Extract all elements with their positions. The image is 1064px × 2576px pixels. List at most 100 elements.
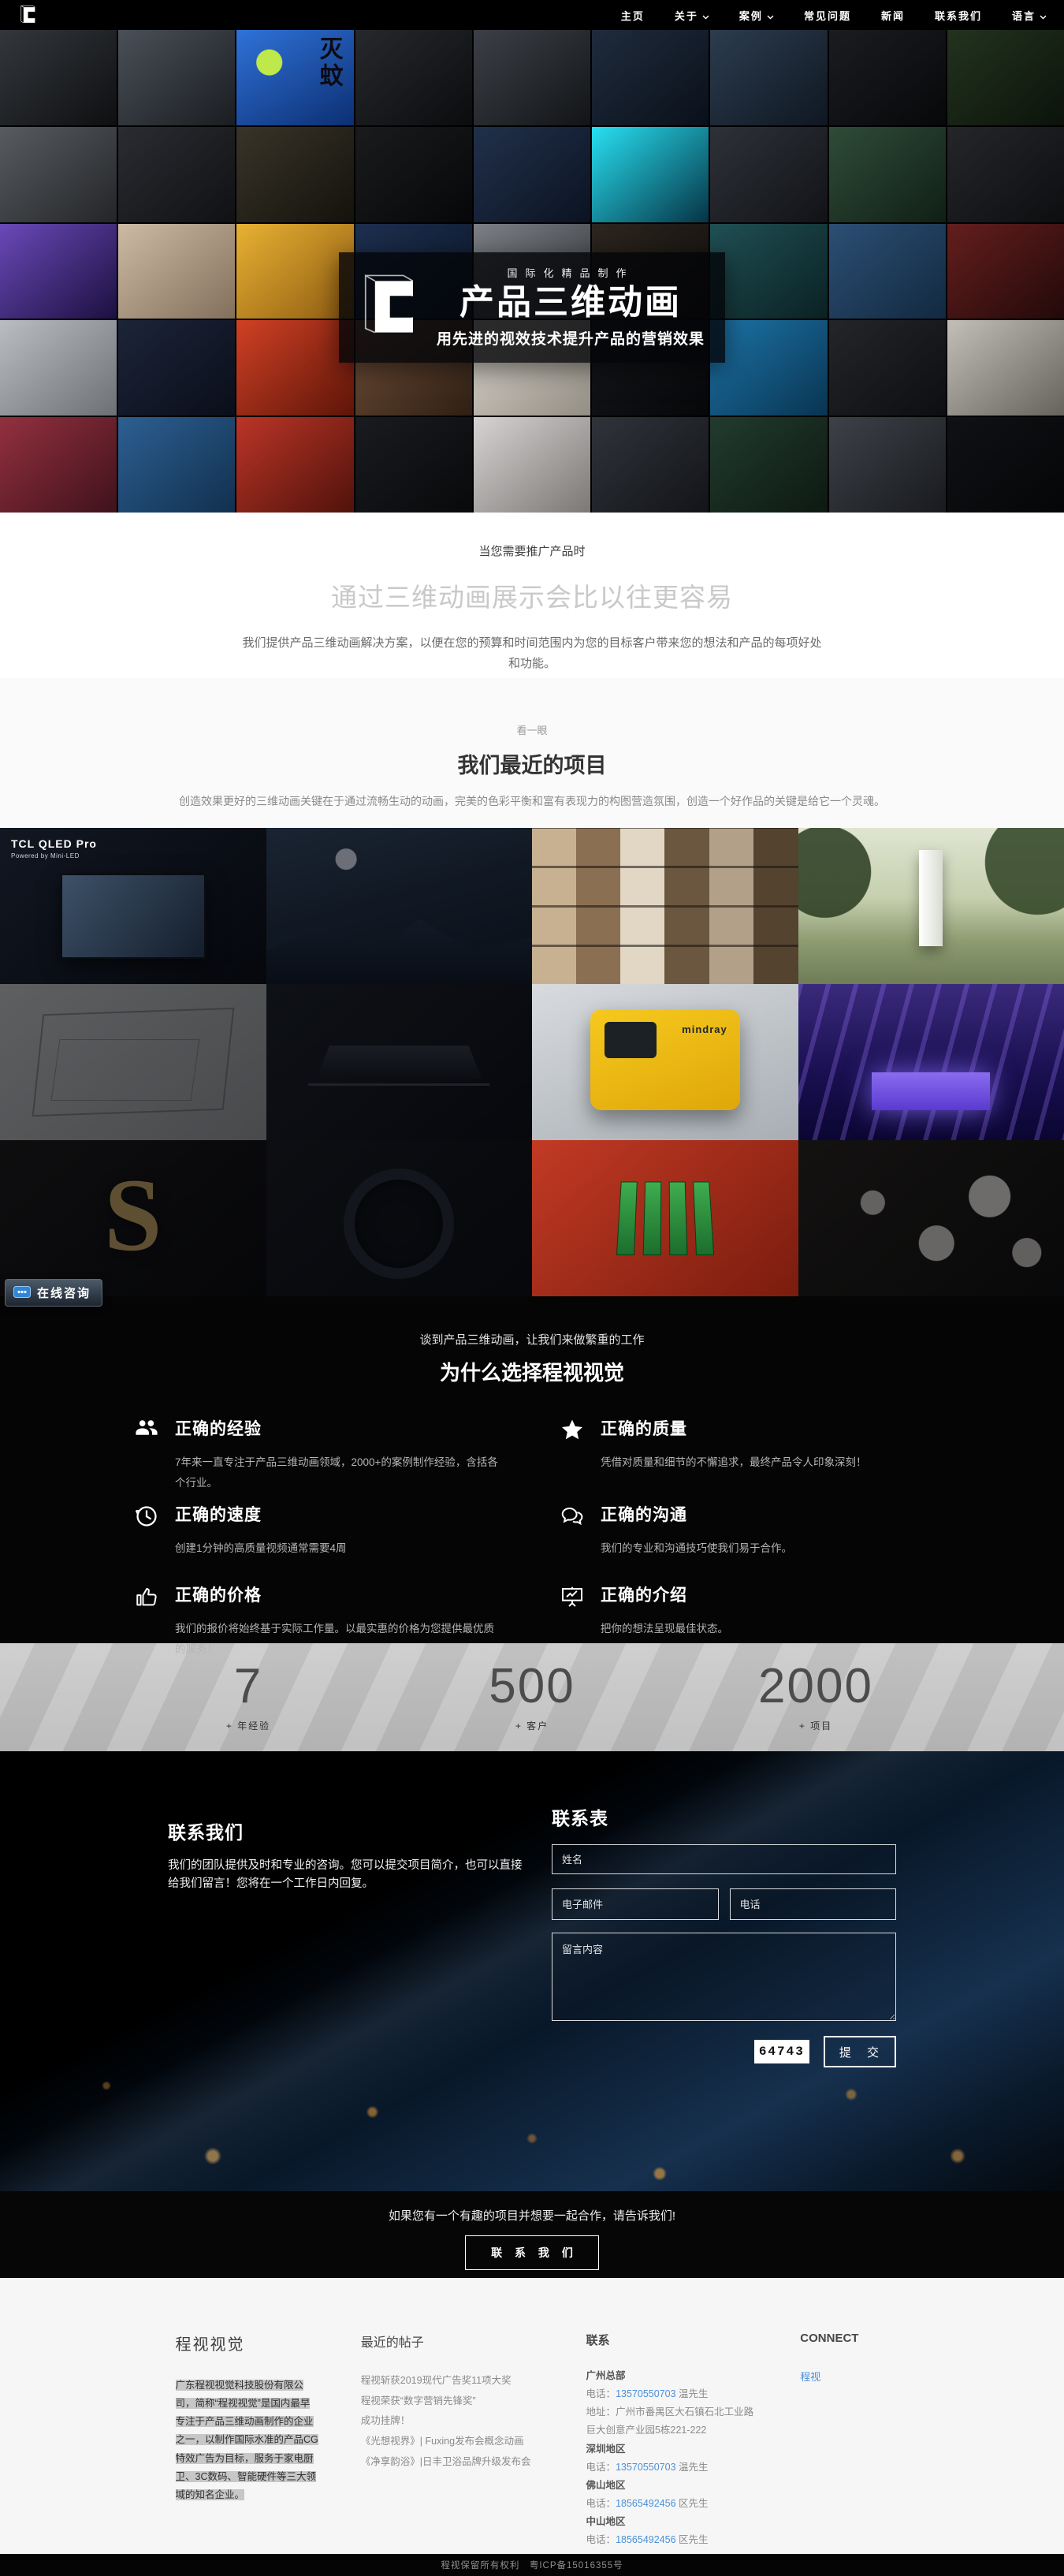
video-thumbnail[interactable] xyxy=(829,127,946,222)
project-thumbnail-range-hood[interactable] xyxy=(266,984,533,1140)
nav-item-language[interactable]: 语言 xyxy=(1012,8,1047,23)
project-thumbnail-mountain[interactable] xyxy=(266,828,533,984)
project-thumbnail-tcl-tv[interactable]: TCL QLED Pro Powered by Mini-LED xyxy=(0,828,266,984)
video-thumbnail[interactable] xyxy=(710,417,827,513)
region-shenzhen: 深圳地区 xyxy=(586,2440,760,2459)
video-thumbnail[interactable] xyxy=(710,30,827,125)
video-thumbnail[interactable] xyxy=(236,417,353,513)
captcha-image[interactable]: 64743 xyxy=(754,2040,809,2063)
message-textarea[interactable] xyxy=(552,1933,896,2021)
nav-item-news[interactable]: 新闻 xyxy=(881,8,905,23)
nav-item-faq[interactable]: 常见问题 xyxy=(804,8,851,23)
nav-item-cases[interactable]: 案例 xyxy=(739,8,774,23)
phone-input[interactable] xyxy=(730,1888,897,1920)
online-chat-widget[interactable]: 在线咨询 xyxy=(5,1279,102,1307)
chat-bubble-icon xyxy=(13,1286,31,1299)
video-thumbnail[interactable] xyxy=(474,127,590,222)
video-thumbnail[interactable] xyxy=(592,127,709,222)
video-thumbnail[interactable]: 灭蚊 xyxy=(236,30,353,125)
email-input[interactable] xyxy=(552,1888,719,1920)
submit-button[interactable]: 提 交 xyxy=(824,2036,896,2067)
video-thumbnail[interactable] xyxy=(710,224,827,319)
video-thumbnail[interactable] xyxy=(947,224,1064,319)
project-thumbnail-speaker[interactable] xyxy=(266,1140,533,1296)
tv-label: TCL QLED Pro Powered by Mini-LED xyxy=(11,837,97,859)
video-thumbnail[interactable] xyxy=(355,127,472,222)
connect-link[interactable]: 程视 xyxy=(800,2369,820,2384)
nav-item-home[interactable]: 主页 xyxy=(621,8,645,23)
video-thumbnail[interactable] xyxy=(236,224,353,319)
intro-section: 当您需要推广产品时 通过三维动画展示会比以往更容易 我们提供产品三维动画解决方案… xyxy=(0,513,1064,678)
video-thumbnail[interactable] xyxy=(118,320,235,416)
stat-projects: 2000 + 项目 xyxy=(674,1662,958,1732)
post-link[interactable]: 成功挂牌！ xyxy=(361,2411,545,2432)
name-input[interactable] xyxy=(552,1844,896,1874)
video-thumbnail[interactable] xyxy=(0,30,117,125)
video-thumbnail[interactable] xyxy=(118,417,235,513)
brand-logo[interactable] xyxy=(17,5,38,25)
clock-icon xyxy=(134,1502,161,1573)
hero-logo-icon xyxy=(355,273,422,341)
video-thumbnail[interactable] xyxy=(474,417,590,513)
post-link[interactable]: 程视荣获“数字营销先锋奖” xyxy=(361,2391,545,2412)
project-thumbnail-stage[interactable] xyxy=(798,984,1064,1140)
video-thumbnail[interactable] xyxy=(355,417,472,513)
video-thumbnail[interactable] xyxy=(355,30,472,125)
video-thumbnail[interactable] xyxy=(0,127,117,222)
phone-link-guangzhou[interactable]: 13570550703 xyxy=(616,2388,675,2399)
video-thumbnail[interactable] xyxy=(118,224,235,319)
chevron-down-icon xyxy=(702,10,709,22)
nav-item-contact[interactable]: 联系我们 xyxy=(935,8,982,23)
phone-link-foshan[interactable]: 18565492456 xyxy=(616,2498,675,2509)
video-thumbnail[interactable] xyxy=(118,127,235,222)
cta-section: 如果您有一个有趣的项目并想要一起合作，请告诉我们! 联 系 我 们 xyxy=(0,2191,1064,2278)
feature-quality: 正确的质量 凭借对质量和细节的不懈追求，最终产品令人印象深刻！ xyxy=(560,1416,930,1493)
copyright-text: 程视保留所有权利 粤ICP备15016355号 xyxy=(441,2559,623,2571)
project-thumbnail-pcb[interactable] xyxy=(532,1140,798,1296)
contact-us-button[interactable]: 联 系 我 们 xyxy=(465,2235,599,2270)
video-thumbnail[interactable] xyxy=(118,30,235,125)
feature-speed: 正确的速度 创建1分钟的高质量视频通常需要4周 xyxy=(134,1502,504,1573)
video-thumbnail[interactable] xyxy=(829,30,946,125)
project-thumbnail-aed-device[interactable]: mindray xyxy=(532,984,798,1140)
hero-title: 产品三维动画 xyxy=(437,285,705,321)
video-thumbnail[interactable] xyxy=(474,30,590,125)
video-thumbnail[interactable] xyxy=(710,127,827,222)
video-thumbnail[interactable] xyxy=(236,320,353,416)
project-thumbnail-cotton[interactable] xyxy=(798,1140,1064,1296)
video-thumbnail[interactable] xyxy=(947,320,1064,416)
footer-posts-title: 最近的帖子 xyxy=(361,2332,545,2350)
video-thumbnail[interactable] xyxy=(947,417,1064,513)
sketch-lines xyxy=(51,1039,199,1101)
video-thumbnail[interactable] xyxy=(236,127,353,222)
video-thumbnail[interactable] xyxy=(829,320,946,416)
project-thumbnail-park-monolith[interactable] xyxy=(798,828,1064,984)
intro-kicker: 当您需要推广产品时 xyxy=(0,542,1064,559)
speaker-shape xyxy=(344,1169,454,1279)
footer-contact-column: 联系 广州总部 电话：13570550703 温先生 地址：广州市番禺区大石镇石… xyxy=(586,2332,760,2549)
project-thumbnail-sketch[interactable] xyxy=(0,984,266,1140)
video-thumbnail[interactable] xyxy=(947,127,1064,222)
nav-item-about[interactable]: 关于 xyxy=(675,8,709,23)
projects-kicker: 看一眼 xyxy=(0,722,1064,737)
phone-link-shenzhen[interactable]: 13570550703 xyxy=(616,2462,675,2473)
video-thumbnail[interactable] xyxy=(829,417,946,513)
monolith-shape xyxy=(919,850,943,946)
video-thumbnail[interactable] xyxy=(710,320,827,416)
project-thumbnail-material-swatches[interactable] xyxy=(532,828,798,984)
video-thumbnail[interactable] xyxy=(592,30,709,125)
video-thumbnail[interactable] xyxy=(829,224,946,319)
post-link[interactable]: 程视斩获2019现代广告奖11项大奖 xyxy=(361,2371,545,2391)
users-icon xyxy=(134,1416,161,1493)
feature-price: 正确的价格 我们的报价将始终基于实际工作量。以最实惠的价格为您提供最优质的服务！ xyxy=(134,1583,504,1659)
post-link[interactable]: 《净享韵浴》|日丰卫浴品牌升级发布会 xyxy=(361,2452,545,2473)
project-thumbnail-gold-s[interactable]: S xyxy=(0,1140,266,1296)
hero-section: 灭蚊 国际化精品制作 产品三维动画 用先进的视效技术提升产品的营销效果 xyxy=(0,30,1064,513)
video-thumbnail[interactable] xyxy=(592,417,709,513)
video-thumbnail[interactable] xyxy=(947,30,1064,125)
phone-link-zhongshan[interactable]: 18565492456 xyxy=(616,2534,675,2545)
video-thumbnail[interactable] xyxy=(0,224,117,319)
video-thumbnail[interactable] xyxy=(0,320,117,416)
video-thumbnail[interactable] xyxy=(0,417,117,513)
post-link[interactable]: 《光想视界》| Fuxing发布会概念动画 xyxy=(361,2432,545,2452)
